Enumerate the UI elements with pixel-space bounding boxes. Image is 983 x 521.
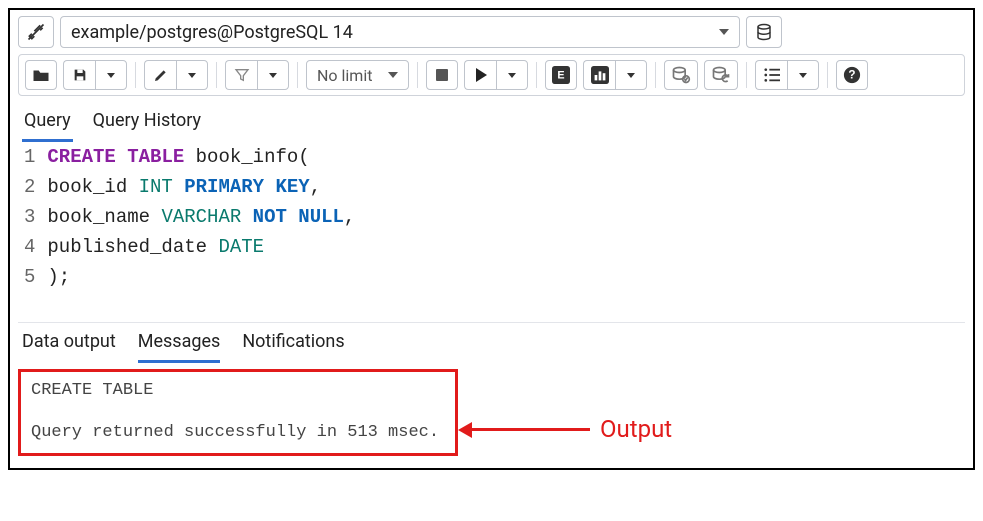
macros-group: [755, 60, 819, 90]
code-line: published_date DATE: [47, 232, 355, 262]
explain-analyze-dropdown[interactable]: [615, 60, 647, 90]
toolbar-separator: [216, 62, 217, 88]
limit-select[interactable]: No limit: [306, 60, 409, 90]
database-icon: [755, 23, 773, 41]
svg-text:E: E: [558, 70, 565, 82]
toolbar-separator: [297, 62, 298, 88]
execute-button[interactable]: [464, 60, 496, 90]
help-icon: ?: [843, 66, 861, 84]
macros-button[interactable]: [755, 60, 787, 90]
filter-button[interactable]: [225, 60, 257, 90]
message-line: CREATE TABLE: [31, 380, 445, 401]
chevron-down-icon: [107, 73, 115, 78]
app-window: example/postgres@PostgreSQL 14: [8, 8, 975, 470]
list-icon: [763, 67, 781, 83]
toolbar-separator: [746, 62, 747, 88]
chevron-down-icon: [269, 73, 277, 78]
tab-query[interactable]: Query: [22, 108, 73, 142]
connection-label: example/postgres@PostgreSQL 14: [71, 22, 353, 43]
db-rollback-icon: [711, 66, 731, 84]
help-button[interactable]: ?: [836, 60, 868, 90]
chevron-down-icon: [799, 73, 807, 78]
save-icon: [72, 67, 88, 83]
folder-icon: [32, 67, 50, 83]
connection-dropdown[interactable]: example/postgres@PostgreSQL 14: [60, 16, 740, 48]
explain-analyze-button[interactable]: [583, 60, 615, 90]
annotation-label: Output: [600, 415, 672, 443]
messages-output: CREATE TABLE Query returned successfully…: [18, 369, 458, 456]
line-number: 3: [24, 202, 35, 232]
code-line: CREATE TABLE book_info(: [47, 142, 355, 172]
line-number: 2: [24, 172, 35, 202]
code-area[interactable]: CREATE TABLE book_info( book_id INT PRIM…: [47, 142, 355, 292]
query-toolbar: No limit E: [18, 54, 965, 96]
db-commit-icon: [671, 66, 691, 84]
line-number: 5: [24, 262, 35, 292]
edit-group: [144, 60, 208, 90]
toolbar-separator: [655, 62, 656, 88]
database-button[interactable]: [746, 16, 782, 48]
connection-bar: example/postgres@PostgreSQL 14: [18, 16, 965, 48]
message-line: Query returned successfully in 513 msec.: [31, 422, 445, 443]
line-gutter: 1 2 3 4 5: [18, 142, 47, 292]
line-number: 4: [24, 232, 35, 262]
rollback-button[interactable]: [704, 60, 738, 90]
toolbar-separator: [135, 62, 136, 88]
pencil-icon: [153, 67, 169, 83]
editor-tabs: Query Query History: [18, 102, 965, 142]
tab-query-history[interactable]: Query History: [91, 108, 203, 142]
tab-data-output[interactable]: Data output: [22, 329, 116, 363]
funnel-icon: [234, 67, 250, 83]
macros-dropdown[interactable]: [787, 60, 819, 90]
chevron-down-icon: [719, 29, 729, 35]
toolbar-separator: [827, 62, 828, 88]
tab-messages[interactable]: Messages: [138, 329, 221, 363]
chevron-down-icon: [508, 73, 516, 78]
execute-group: [464, 60, 528, 90]
stop-icon: [435, 68, 449, 82]
disconnect-icon-button[interactable]: [18, 16, 54, 48]
play-icon: [474, 67, 488, 83]
output-tabs: Data output Messages Notifications: [18, 322, 965, 363]
message-blank: [31, 401, 445, 422]
explain-button[interactable]: E: [545, 60, 577, 90]
stop-button[interactable]: [426, 60, 458, 90]
filter-dropdown[interactable]: [257, 60, 289, 90]
sql-editor[interactable]: 1 2 3 4 5 CREATE TABLE book_info( book_i…: [18, 142, 965, 322]
execute-dropdown[interactable]: [496, 60, 528, 90]
arrow-left-icon: [470, 428, 590, 431]
save-group: [63, 60, 127, 90]
chevron-down-icon: [388, 72, 398, 78]
save-button[interactable]: [63, 60, 95, 90]
explain-analyze-group: [583, 60, 647, 90]
explain-e-icon: E: [552, 66, 570, 84]
toolbar-separator: [536, 62, 537, 88]
chevron-down-icon: [188, 73, 196, 78]
line-number: 1: [24, 142, 35, 172]
code-line: book_name VARCHAR NOT NULL,: [47, 202, 355, 232]
svg-text:?: ?: [849, 69, 856, 82]
code-line: book_id INT PRIMARY KEY,: [47, 172, 355, 202]
plug-disconnect-icon: [26, 22, 46, 42]
limit-label: No limit: [317, 66, 372, 85]
filter-group: [225, 60, 289, 90]
bar-chart-icon: [591, 66, 609, 84]
annotation: Output: [470, 415, 672, 443]
commit-button[interactable]: [664, 60, 698, 90]
edit-button[interactable]: [144, 60, 176, 90]
tab-notifications[interactable]: Notifications: [242, 329, 344, 363]
edit-dropdown[interactable]: [176, 60, 208, 90]
chevron-down-icon: [627, 73, 635, 78]
open-file-button[interactable]: [25, 60, 57, 90]
toolbar-separator: [417, 62, 418, 88]
code-line: );: [47, 262, 355, 292]
save-dropdown[interactable]: [95, 60, 127, 90]
